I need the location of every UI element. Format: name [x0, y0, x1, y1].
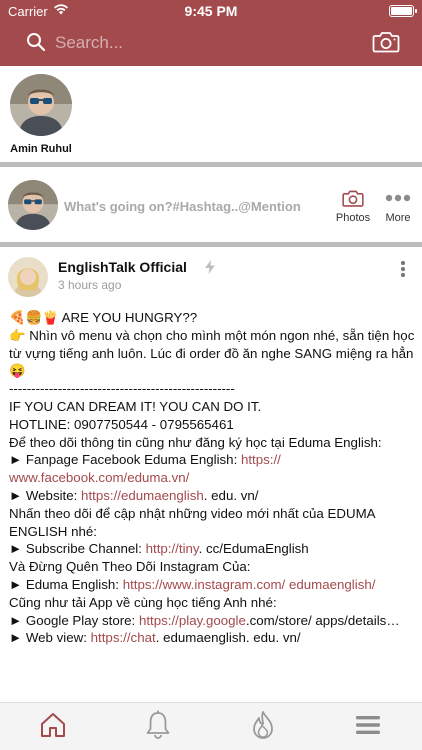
photos-label: Photos	[335, 212, 371, 224]
web-link[interactable]: https://chat	[91, 630, 156, 645]
camera-icon	[342, 190, 364, 207]
stories-row: Amin Ruhul	[0, 66, 422, 162]
post-line: IF YOU CAN DREAM IT! YOU CAN DO IT.	[9, 398, 262, 414]
clock: 9:45 PM	[184, 3, 238, 19]
photos-button[interactable]: Photos	[333, 189, 373, 224]
post-line: 👉 Nhìn vô menu và chọn cho mình một món …	[9, 327, 415, 379]
web-suffix: . edumaenglish. edu. vn/	[155, 630, 301, 646]
play-link[interactable]: https://play.google	[139, 613, 246, 628]
post-line: 🍕🍔🍟 ARE YOU HUNGRY??	[9, 310, 198, 325]
play-suffix: .com/store/ apps/details…	[245, 612, 400, 628]
feed-post: EnglishTalk Official 3 hours ago 🍕🍔🍟 ARE…	[0, 247, 422, 702]
instagram-prefix: ► Eduma English:	[9, 576, 123, 592]
fanpage-prefix: ► Fanpage Facebook Eduma English:	[9, 452, 241, 468]
bell-icon[interactable]	[142, 709, 174, 741]
post-line: Để theo dõi thông tin cũng như đăng ký h…	[9, 434, 382, 450]
story-name: Amin Ruhul	[10, 143, 72, 155]
status-bar: Carrier 9:45 PM	[0, 0, 422, 22]
post-line: HOTLINE: 0907750544 - 0795565461	[9, 416, 234, 432]
subscribe-suffix: . cc/EdumaEnglish	[198, 541, 309, 557]
app-intro: Cũng như tải App về cùng học tiếng Anh n…	[9, 594, 277, 610]
more-button[interactable]: More	[378, 189, 418, 224]
post-menu-icon[interactable]	[400, 261, 406, 277]
app-header: Carrier 9:45 PM	[0, 0, 422, 66]
user-avatar	[10, 74, 72, 136]
more-label: More	[385, 212, 411, 224]
search-bar[interactable]	[26, 32, 346, 54]
subscribe-prefix: ► Subscribe Channel:	[9, 541, 146, 557]
battery-icon	[389, 5, 417, 17]
web-prefix: ► Web view:	[9, 630, 91, 646]
website-link[interactable]: https://edumaenglish	[81, 488, 204, 503]
instagram-link[interactable]: https://www.instagram.com/ edumaenglish/	[123, 577, 376, 592]
post-body: 🍕🍔🍟 ARE YOU HUNGRY?? 👉 Nhìn vô menu và c…	[9, 309, 417, 647]
menu-icon[interactable]	[352, 709, 384, 741]
author-avatar[interactable]	[8, 257, 48, 297]
video-intro: Nhấn theo dõi để cập nhật những video mớ…	[9, 505, 375, 539]
post-line: ----------------------------------------…	[9, 381, 235, 397]
home-icon[interactable]	[37, 709, 69, 741]
story-item[interactable]: Amin Ruhul	[8, 74, 74, 155]
post-composer: What's going on?#Hashtag..@Mention Photo…	[0, 167, 422, 242]
flame-icon[interactable]	[247, 709, 279, 741]
search-icon	[27, 33, 46, 52]
website-suffix: . edu. vn/	[203, 487, 259, 503]
camera-icon[interactable]	[372, 30, 400, 54]
website-prefix: ► Website:	[9, 487, 82, 503]
instagram-intro: Và Đừng Quên Theo Dõi Instagram Của:	[9, 559, 251, 575]
bottom-tab-bar	[0, 702, 422, 750]
play-prefix: ► Google Play store:	[9, 612, 139, 628]
post-time: 3 hours ago	[58, 278, 122, 292]
more-dots-icon	[385, 194, 411, 202]
subscribe-link[interactable]: http://tiny	[146, 541, 199, 556]
post-author[interactable]: EnglishTalk Official	[58, 259, 187, 275]
composer-avatar	[8, 180, 58, 230]
search-input[interactable]	[55, 32, 335, 54]
bolt-icon	[205, 260, 215, 274]
composer-prompt[interactable]: What's going on?#Hashtag..@Mention	[64, 199, 301, 214]
